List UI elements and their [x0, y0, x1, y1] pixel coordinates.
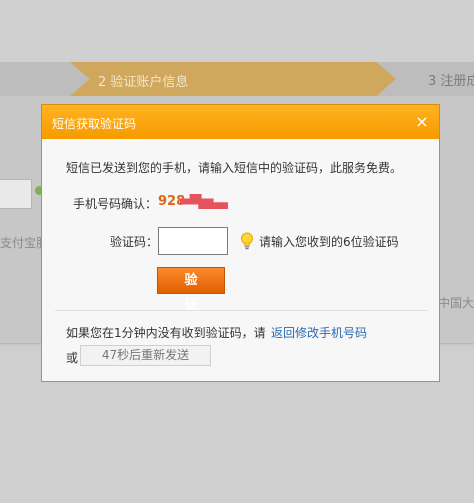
page-header-area	[0, 0, 474, 62]
verification-code-input[interactable]	[158, 227, 228, 255]
sms-code-dialog: 短信获取验证码 × 短信已发送到您的手机，请输入短信中的验证码，此服务免费。 手…	[41, 104, 440, 382]
dialog-separator	[55, 310, 428, 311]
background-input	[0, 179, 32, 209]
code-hint: 请输入您收到的6位验证码	[259, 235, 399, 249]
edit-phone-link[interactable]: 返回修改手机号码	[271, 324, 367, 341]
lightbulb-icon	[241, 232, 253, 250]
background-text-right: 中国大	[438, 296, 474, 310]
no-code-text: 如果您在1分钟内没有收到验证码，请	[66, 326, 266, 340]
step-3-label: 3 注册成	[428, 74, 474, 89]
dialog-header: 短信获取验证码 ×	[42, 105, 439, 139]
dialog-title: 短信获取验证码	[52, 117, 137, 131]
close-icon[interactable]: ×	[413, 112, 431, 132]
resend-button[interactable]: 47秒后重新发送	[80, 345, 211, 366]
verification-code-label: 验证码：	[110, 235, 159, 249]
step-2-label: 2 验证账户信息	[98, 75, 189, 90]
or-text: 或	[66, 351, 79, 365]
step-2-current: 2 验证账户信息	[70, 62, 396, 96]
verify-button[interactable]: 验 证	[157, 267, 225, 313]
sms-sent-message: 短信已发送到您的手机，请输入短信中的验证码，此服务免费。	[66, 161, 403, 175]
phone-redaction-mask	[180, 194, 228, 209]
phone-confirm-label: 手机号码确认：	[73, 197, 158, 211]
